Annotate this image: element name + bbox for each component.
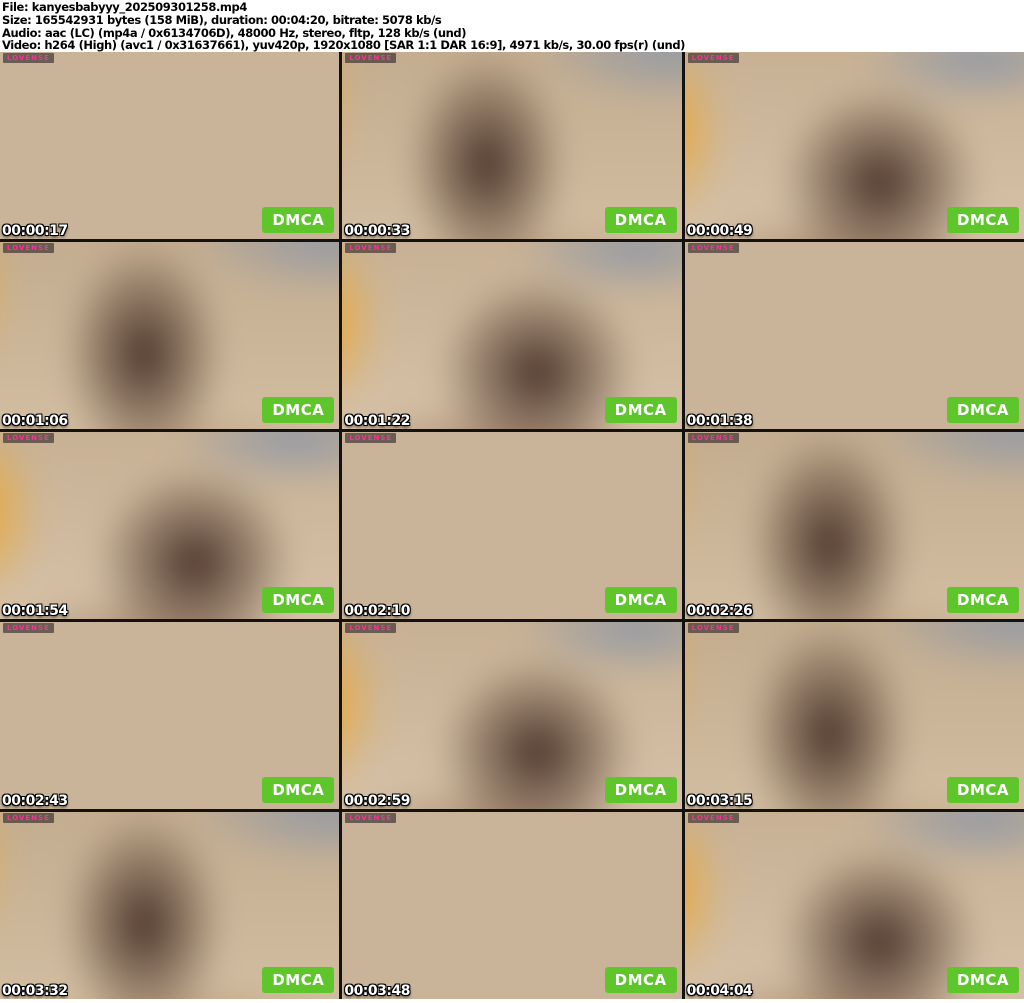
watermark-label: LOVENSE [687,813,739,823]
frame-timestamp: 00:03:48 [344,983,410,999]
dmca-badge[interactable]: DMCA [947,967,1019,993]
watermark-label: LOVENSE [3,243,54,253]
file-name-line: File: kanyesbabyyy_202509301258.mp4 [2,0,247,14]
frame-timestamp: 00:01:22 [344,413,410,429]
frame-timestamp: 00:04:04 [686,983,753,999]
frame-timestamp: 00:02:59 [344,793,410,809]
watermark-label: LOVENSE [345,53,397,63]
frame-timestamp: 00:02:10 [344,603,410,619]
video-info-line: Video: h264 (High) (avc1 / 0x31637661), … [2,38,686,53]
dmca-badge[interactable]: DMCA [262,587,335,613]
watermark-label: LOVENSE [3,53,54,63]
frame-timestamp: 00:02:26 [686,603,753,619]
video-frame-thumbnail[interactable]: LOVENSE 00:03:32 DMCA [0,812,340,999]
video-frame-thumbnail[interactable]: LOVENSE 00:01:38 DMCA [684,242,1024,429]
dmca-badge[interactable]: DMCA [262,777,335,803]
frame-timestamp: 00:00:33 [344,223,410,239]
frame-timestamp: 00:02:43 [2,793,68,809]
watermark-label: LOVENSE [3,623,54,633]
video-frame-thumbnail[interactable]: LOVENSE 00:02:59 DMCA [342,622,682,809]
watermark-label: LOVENSE [687,433,739,443]
video-frame-thumbnail[interactable]: LOVENSE 00:01:06 DMCA [0,242,340,429]
video-frame-thumbnail[interactable]: LOVENSE 00:04:04 DMCA [684,812,1024,999]
video-frame-thumbnail[interactable]: LOVENSE 00:00:49 DMCA [684,52,1024,239]
video-frame-thumbnail[interactable]: LOVENSE 00:02:43 DMCA [0,622,340,809]
frame-timestamp: 00:01:06 [2,413,68,429]
video-frame-thumbnail[interactable]: LOVENSE 00:00:33 DMCA [342,52,682,239]
watermark-label: LOVENSE [687,53,739,63]
watermark-label: LOVENSE [345,433,397,443]
file-size-line: Size: 165542931 bytes (158 MiB), duratio… [2,12,442,27]
dmca-badge[interactable]: DMCA [947,397,1019,423]
watermark-label: LOVENSE [345,623,397,633]
video-frame-thumbnail[interactable]: LOVENSE 00:01:22 DMCA [342,242,682,429]
video-frame-thumbnail[interactable]: LOVENSE 00:02:10 DMCA [342,432,682,619]
frame-timestamp: 00:00:49 [686,223,753,239]
watermark-label: LOVENSE [687,243,739,253]
video-frame-thumbnail[interactable]: LOVENSE 00:01:54 DMCA [0,432,340,619]
dmca-badge[interactable]: DMCA [604,207,677,233]
frame-timestamp: 00:01:54 [2,603,68,619]
frame-timestamp: 00:03:15 [686,793,753,809]
video-frame-thumbnail[interactable]: LOVENSE 00:00:17 DMCA [0,52,340,239]
dmca-badge[interactable]: DMCA [947,587,1019,613]
frame-timestamp: 00:00:17 [2,223,68,239]
frame-timestamp: 00:03:32 [2,983,68,999]
dmca-badge[interactable]: DMCA [604,587,677,613]
dmca-badge[interactable]: DMCA [262,207,335,233]
video-frame-thumbnail[interactable]: LOVENSE 00:03:48 DMCA [342,812,682,999]
frame-timestamp: 00:01:38 [686,413,753,429]
dmca-badge[interactable]: DMCA [262,967,335,993]
dmca-badge[interactable]: DMCA [604,967,677,993]
watermark-label: LOVENSE [3,433,54,443]
dmca-badge[interactable]: DMCA [262,397,335,423]
dmca-badge[interactable]: DMCA [604,777,677,803]
thumbnail-grid: LOVENSE 00:00:17 DMCA LOVENSE 00:00:33 D… [0,52,1024,999]
watermark-label: LOVENSE [345,243,397,253]
watermark-label: LOVENSE [345,813,397,823]
watermark-label: LOVENSE [3,813,54,823]
dmca-badge[interactable]: DMCA [604,397,677,423]
video-frame-thumbnail[interactable]: LOVENSE 00:03:15 DMCA [684,622,1024,809]
dmca-badge[interactable]: DMCA [947,207,1019,233]
dmca-badge[interactable]: DMCA [947,777,1019,803]
file-info-header: File: kanyesbabyyy_202509301258.mp4 Size… [0,0,1024,52]
video-frame-thumbnail[interactable]: LOVENSE 00:02:26 DMCA [684,432,1024,619]
watermark-label: LOVENSE [687,623,739,633]
